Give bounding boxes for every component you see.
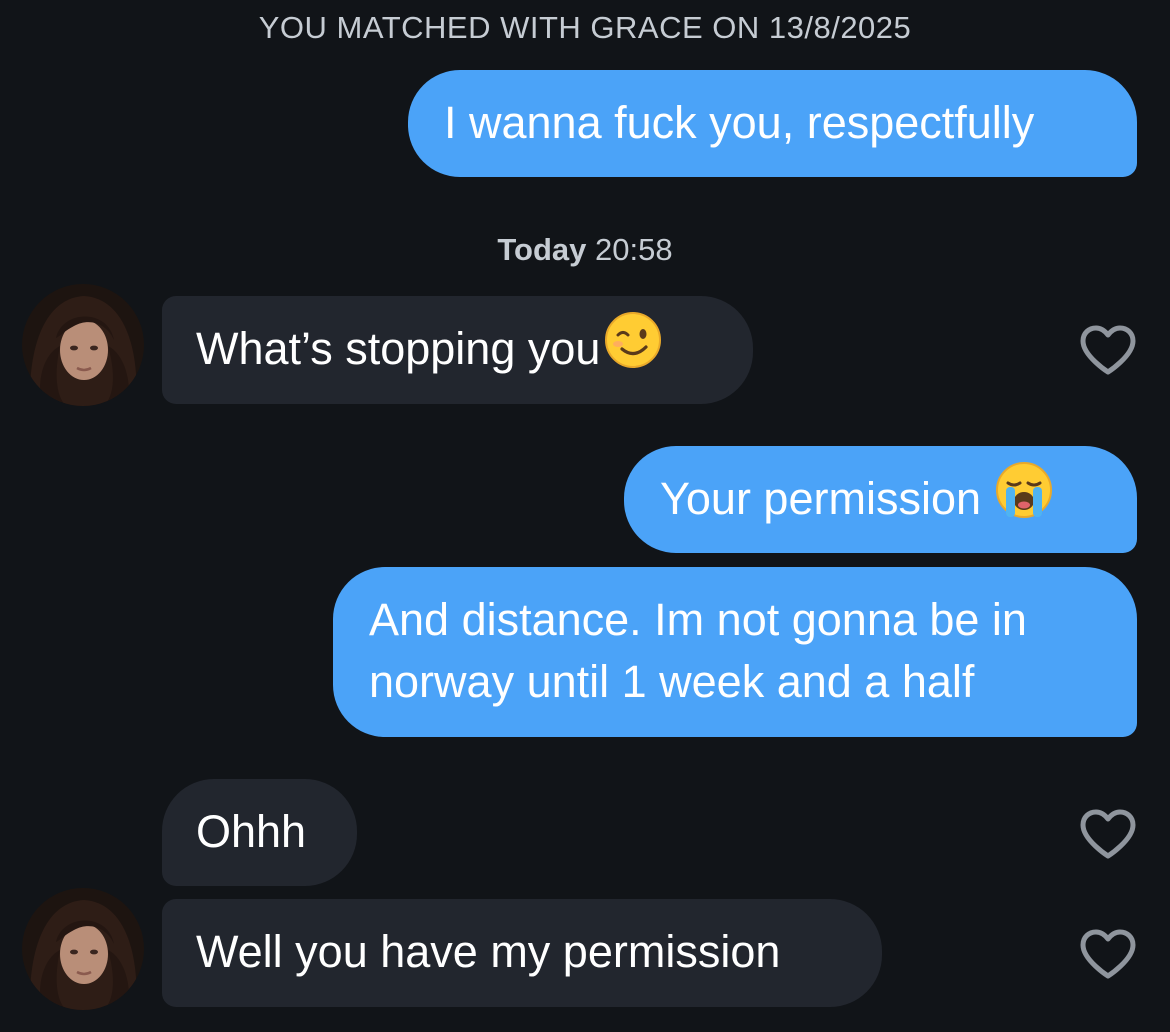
avatar[interactable] [22,888,144,1010]
avatar-photo [22,888,144,1010]
heart-outline-icon [1080,929,1136,979]
winking-face-emoji [604,311,662,385]
message-text: Ohhh [196,806,307,857]
message-text-line: norway until 1 week and a half [369,656,975,707]
message-out-3[interactable]: And distance. Im not gonna be in norway … [333,567,1137,737]
message-out-2[interactable]: Your permission [624,446,1137,553]
timestamp: Today 20:58 [0,228,1170,272]
avatar[interactable] [22,284,144,406]
message-text: What’s stopping you [196,323,601,374]
message-text-line: And distance. Im not gonna be in [369,594,1027,645]
message-out-1[interactable]: I wanna fuck you, respectfully [408,70,1137,177]
avatar-photo [22,284,144,406]
message-text: I wanna fuck you, respectfully [444,97,1035,148]
message-text: Your permission [660,473,981,524]
like-button[interactable] [1079,808,1137,860]
message-in-2[interactable]: Ohhh [162,779,357,886]
message-text: Well you have my permission [196,926,781,977]
like-button[interactable] [1079,324,1137,376]
message-in-3[interactable]: Well you have my permission [162,899,882,1007]
timestamp-time: 20:58 [595,232,673,267]
loudly-crying-face-emoji [995,461,1053,535]
timestamp-day: Today [497,232,587,267]
like-button[interactable] [1079,928,1137,980]
match-banner: YOU MATCHED WITH GRACE ON 13/8/2025 [258,10,912,45]
heart-outline-icon [1080,809,1136,859]
message-in-1[interactable]: What’s stopping you [162,296,753,404]
heart-outline-icon [1080,325,1136,375]
